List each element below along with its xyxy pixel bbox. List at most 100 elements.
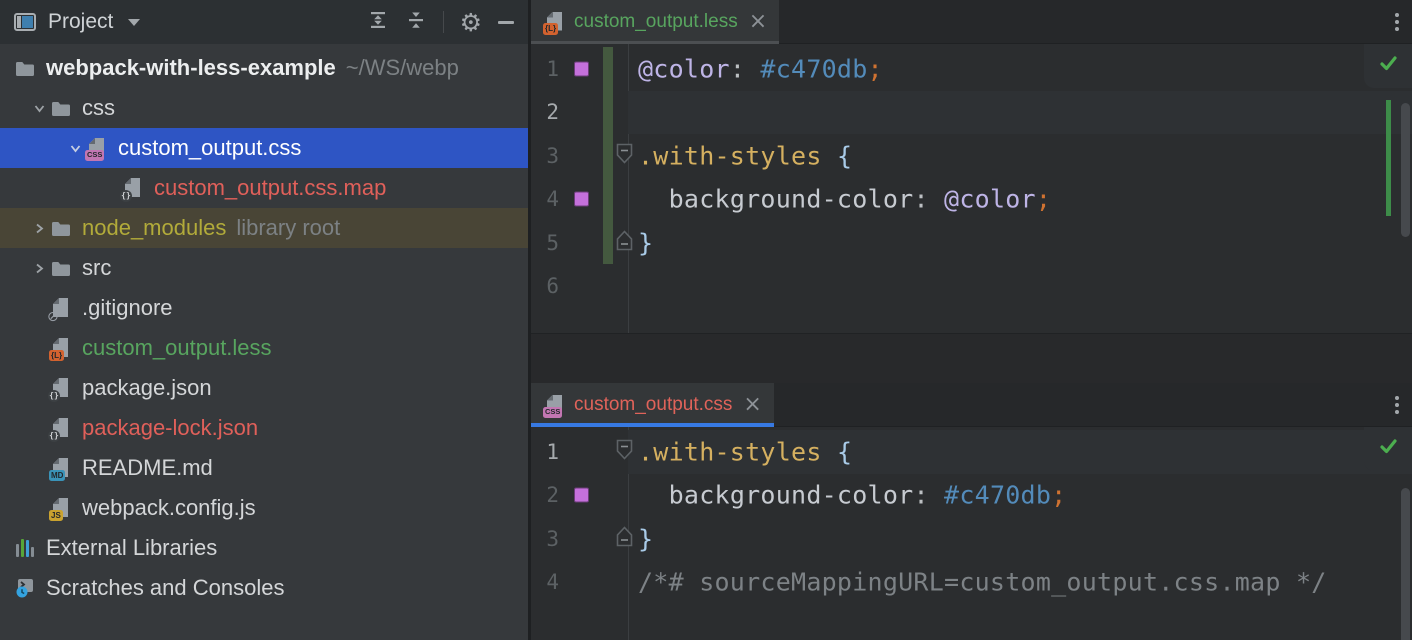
tab-custom-output-css[interactable]: CSS custom_output.css ×: [531, 383, 774, 426]
scrollbar-thumb[interactable]: [1401, 103, 1410, 237]
tree-item-package-json[interactable]: {}package.json: [0, 368, 528, 408]
tree-item-label: External Libraries: [46, 535, 217, 561]
tree-item-package-lock-json[interactable]: {} package-lock.json: [0, 408, 528, 448]
code-line-5[interactable]: 5}: [531, 221, 1412, 265]
code-line-1[interactable]: 1.with-styles {: [531, 430, 1412, 474]
tree-item-external-libraries[interactable]: External Libraries: [0, 528, 528, 568]
code-line-1[interactable]: 1 @color: #c470db;: [531, 47, 1412, 91]
tree-item-custom-output-css[interactable]: CSS custom_output.css: [0, 128, 528, 168]
code-token: ;: [1036, 185, 1051, 214]
chevron-down-icon[interactable]: [64, 141, 86, 156]
tree-item-label: custom_output.css: [118, 135, 301, 161]
code-line-text[interactable]: }: [638, 228, 653, 257]
collapse-all-icon[interactable]: [405, 9, 427, 36]
code-token: ;: [1051, 481, 1066, 510]
fold-marker-start[interactable]: [615, 438, 634, 466]
close-icon[interactable]: ×: [749, 11, 767, 33]
hide-tool-window-icon[interactable]: [498, 21, 514, 24]
code-line-text[interactable]: .with-styles {: [638, 141, 852, 170]
line-number: 3: [533, 527, 559, 551]
code-line-text[interactable]: .with-styles {: [638, 437, 852, 466]
settings-gear-icon[interactable]: ⚙: [460, 10, 482, 35]
project-toolbar-title[interactable]: Project: [48, 10, 113, 34]
code-line-text[interactable]: @color: #c470db;: [638, 54, 883, 83]
inspections-widget[interactable]: [1364, 427, 1412, 471]
code-area-bottom[interactable]: 1.with-styles {2 background-color: #c470…: [531, 427, 1412, 640]
color-preview-swatch[interactable]: [574, 61, 589, 76]
tree-item-webpack-with-less-example[interactable]: webpack-with-less-example ~/WS/webp: [0, 48, 528, 88]
code-line-text[interactable]: background-color: @color;: [638, 185, 1051, 214]
tree-item-label: README.md: [82, 455, 213, 481]
code-token: }: [638, 228, 653, 257]
code-token: #c470db: [944, 481, 1051, 510]
code-token: .with-styles: [638, 141, 822, 170]
code-line-text[interactable]: background-color: #c470db;: [638, 481, 1066, 510]
code-line-2[interactable]: 2: [531, 91, 1412, 135]
code-token: #c470db: [760, 54, 867, 83]
chevron-down-icon[interactable]: [28, 101, 50, 116]
tree-item-readme-md[interactable]: MD README.md: [0, 448, 528, 488]
code-token: :: [730, 54, 761, 83]
json-file-icon: {}: [51, 417, 71, 439]
tree-item-webpack-config-js[interactable]: JSwebpack.config.js: [0, 488, 528, 528]
chevron-right-icon[interactable]: [28, 221, 50, 236]
fold-marker-start[interactable]: [615, 142, 634, 170]
tab-custom-output-less[interactable]: {L} custom_output.less ×: [531, 0, 779, 43]
inspection-ok-check-icon: [1379, 55, 1398, 77]
line-number: 6: [533, 274, 559, 298]
scrollbar-thumb[interactable]: [1401, 488, 1410, 640]
editor-horizontal-splitter[interactable]: [531, 333, 1412, 383]
editor-area: {L} custom_output.less × 1 @color: #c470d…: [531, 0, 1412, 640]
markdown-file-icon: MD: [51, 457, 71, 479]
code-line-2[interactable]: 2 background-color: #c470db;: [531, 474, 1412, 518]
code-line-4[interactable]: 4 background-color: @color;: [531, 178, 1412, 222]
tree-item-css[interactable]: css: [0, 88, 528, 128]
code-token: {: [837, 141, 852, 170]
json-file-icon: {}: [51, 377, 71, 399]
line-number: 2: [533, 483, 559, 507]
tab-label: custom_output.css: [574, 394, 732, 416]
project-toolbar: Project: [0, 0, 528, 44]
code-line-3[interactable]: 3.with-styles {: [531, 134, 1412, 178]
tree-item-label: package-lock.json: [82, 415, 258, 441]
editor-top: {L} custom_output.less × 1 @color: #c470d…: [531, 0, 1412, 333]
expand-all-icon[interactable]: [367, 9, 389, 36]
code-line-3[interactable]: 3}: [531, 517, 1412, 561]
inspections-widget[interactable]: [1364, 44, 1412, 88]
color-preview-swatch[interactable]: [574, 488, 589, 503]
inspection-ok-check-icon: [1379, 438, 1398, 460]
project-tool-window: Project: [0, 0, 528, 640]
editor-options-kebab-icon[interactable]: [1395, 396, 1399, 414]
code-token: @color: [944, 185, 1036, 214]
code-token: @color: [638, 54, 730, 83]
code-token: /*# sourceMappingURL=custom_output.css.m…: [638, 568, 1327, 597]
code-line-text[interactable]: /*# sourceMappingURL=custom_output.css.m…: [638, 568, 1327, 597]
tree-item-src[interactable]: src: [0, 248, 528, 288]
close-icon[interactable]: ×: [743, 394, 761, 416]
external-libraries-icon: [16, 539, 34, 557]
tree-item-custom-output-css-map[interactable]: {}custom_output.css.map: [0, 168, 528, 208]
code-line-text[interactable]: }: [638, 524, 653, 553]
tree-item-gitignore[interactable]: ⊘.gitignore: [0, 288, 528, 328]
chevron-down-icon[interactable]: [128, 19, 140, 26]
code-line-4[interactable]: 4/*# sourceMappingURL=custom_output.css.…: [531, 561, 1412, 605]
color-preview-swatch[interactable]: [574, 192, 589, 207]
css-file-icon: CSS: [87, 137, 107, 159]
tree-item-scratches-and-consoles[interactable]: Scratches and Consoles: [0, 568, 528, 608]
chevron-right-icon[interactable]: [28, 261, 50, 276]
editor-options-kebab-icon[interactable]: [1395, 13, 1399, 31]
tree-item-label: webpack-with-less-example: [46, 55, 336, 81]
fold-marker-end[interactable]: [615, 525, 634, 553]
tree-item-custom-output-less[interactable]: {L}custom_output.less: [0, 328, 528, 368]
project-file-tree: webpack-with-less-example~/WS/webpcssCSS…: [0, 44, 528, 640]
tree-item-secondary: ~/WS/webp: [346, 55, 459, 81]
tree-item-label: custom_output.less: [82, 335, 272, 361]
line-number: 1: [533, 57, 559, 81]
fold-marker-end[interactable]: [615, 229, 634, 257]
folder-icon: [16, 61, 34, 76]
code-line-6[interactable]: 6: [531, 265, 1412, 309]
ignored-file-icon: ⊘: [51, 297, 71, 319]
code-area-top[interactable]: 1 @color: #c470db; 23.with-styles {4 backg…: [531, 44, 1412, 333]
tab-bar-bottom: CSS custom_output.css ×: [531, 383, 1412, 427]
tree-item-node-modules[interactable]: node_moduleslibrary root: [0, 208, 528, 248]
